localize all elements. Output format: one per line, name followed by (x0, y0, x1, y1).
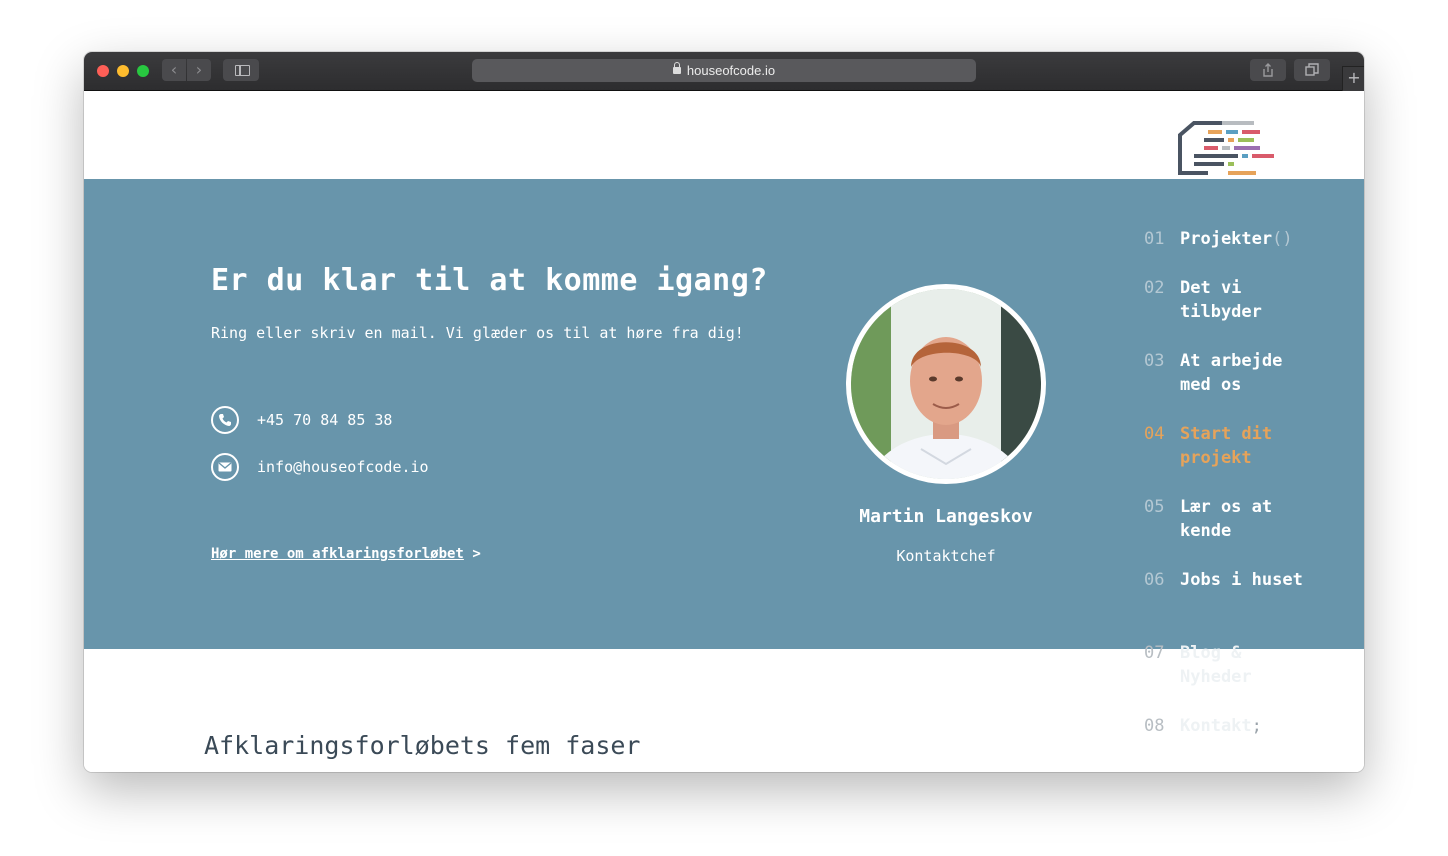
nav-label[interactable]: Jobs i huset (1180, 568, 1310, 592)
learn-more-link[interactable]: Hør mere om afklaringsforløbet > (211, 546, 481, 562)
nav-item-kontakt[interactable]: 08 Kontakt; (1144, 714, 1354, 738)
house-of-code-logo[interactable] (1178, 121, 1278, 177)
address-bar[interactable]: houseofcode.io (472, 59, 976, 82)
nav-item-det-vi-tilbyder[interactable]: 02 Det vi tilbyder (1144, 276, 1354, 324)
sidebar-toggle-button[interactable] (223, 59, 259, 81)
back-button[interactable]: ‹ (162, 59, 186, 81)
minimize-window-button[interactable] (117, 65, 129, 77)
phone-icon (211, 406, 239, 434)
nav-item-laer-os-at-kende[interactable]: 05 Lær os at kende (1144, 495, 1354, 543)
nav-item-at-arbejde-med-os[interactable]: 03 At arbejde med os (1144, 349, 1354, 397)
nav-number: 07 (1144, 643, 1165, 663)
nav-item-blog-nyheder[interactable]: 07 Blog & Nyheder (1144, 641, 1354, 689)
share-button[interactable] (1250, 59, 1286, 81)
arrow-right-icon: > (472, 546, 481, 562)
lock-icon (672, 62, 681, 74)
nav-item-start-dit-projekt[interactable]: 04 Start dit projekt (1144, 422, 1354, 470)
section-title: Afklaringsforløbets fem faser (204, 731, 641, 760)
nav-number: 06 (1144, 570, 1165, 590)
nav-number: 02 (1144, 278, 1165, 298)
nav-number: 08 (1144, 716, 1165, 736)
close-window-button[interactable] (97, 65, 109, 77)
nav-label[interactable]: Lær os at kende (1180, 495, 1310, 543)
nav-label[interactable]: At arbejde med os (1180, 349, 1310, 397)
nav-label[interactable]: Kontakt (1180, 716, 1252, 736)
new-tab-button[interactable]: + (1342, 66, 1364, 92)
chevron-right-icon: › (195, 60, 203, 79)
contact-person-name: Martin Langeskov (859, 506, 1033, 527)
hero-title: Er du klar til at komme igang? (211, 263, 768, 298)
nav-label[interactable]: Projekter (1180, 229, 1272, 249)
browser-toolbar: ‹ › houseofcode.io + (84, 52, 1364, 92)
phone-number[interactable]: +45 70 84 85 38 (257, 411, 392, 429)
share-icon (1263, 63, 1273, 77)
browser-window: ‹ › houseofcode.io + Er du klar til at k… (84, 52, 1364, 772)
zoom-window-button[interactable] (137, 65, 149, 77)
chevron-left-icon: ‹ (170, 60, 178, 79)
show-tabs-button[interactable] (1294, 59, 1330, 81)
nav-number: 05 (1144, 497, 1165, 517)
forward-button[interactable]: › (187, 59, 211, 81)
email-contact[interactable]: info@houseofcode.io (211, 452, 429, 482)
web-page: Er du klar til at komme igang? Ring elle… (84, 91, 1364, 772)
hero-subtitle: Ring eller skriv en mail. Vi glæder os t… (211, 324, 744, 342)
nav-item-jobs-i-huset[interactable]: 06 Jobs i huset (1144, 568, 1354, 592)
mail-icon (211, 453, 239, 481)
contact-person-photo (846, 284, 1046, 484)
tabs-icon (1305, 63, 1319, 76)
nav-number: 03 (1144, 351, 1165, 371)
sidebar-icon (235, 65, 250, 76)
email-address[interactable]: info@houseofcode.io (257, 458, 429, 476)
phone-contact[interactable]: +45 70 84 85 38 (211, 405, 392, 435)
nav-label[interactable]: Det vi tilbyder (1180, 276, 1310, 324)
nav-number: 04 (1144, 424, 1165, 444)
nav-number: 01 (1144, 229, 1165, 249)
nav-suffix: ; (1251, 716, 1262, 736)
url-text: houseofcode.io (686, 63, 776, 78)
nav-label[interactable]: Start dit projekt (1180, 422, 1310, 470)
contact-person-role: Kontaktchef (896, 547, 996, 565)
nav-label[interactable]: Blog & Nyheder (1180, 641, 1310, 689)
nav-item-projekter[interactable]: 01 Projekter() (1144, 227, 1354, 251)
nav-suffix: () (1272, 229, 1293, 249)
